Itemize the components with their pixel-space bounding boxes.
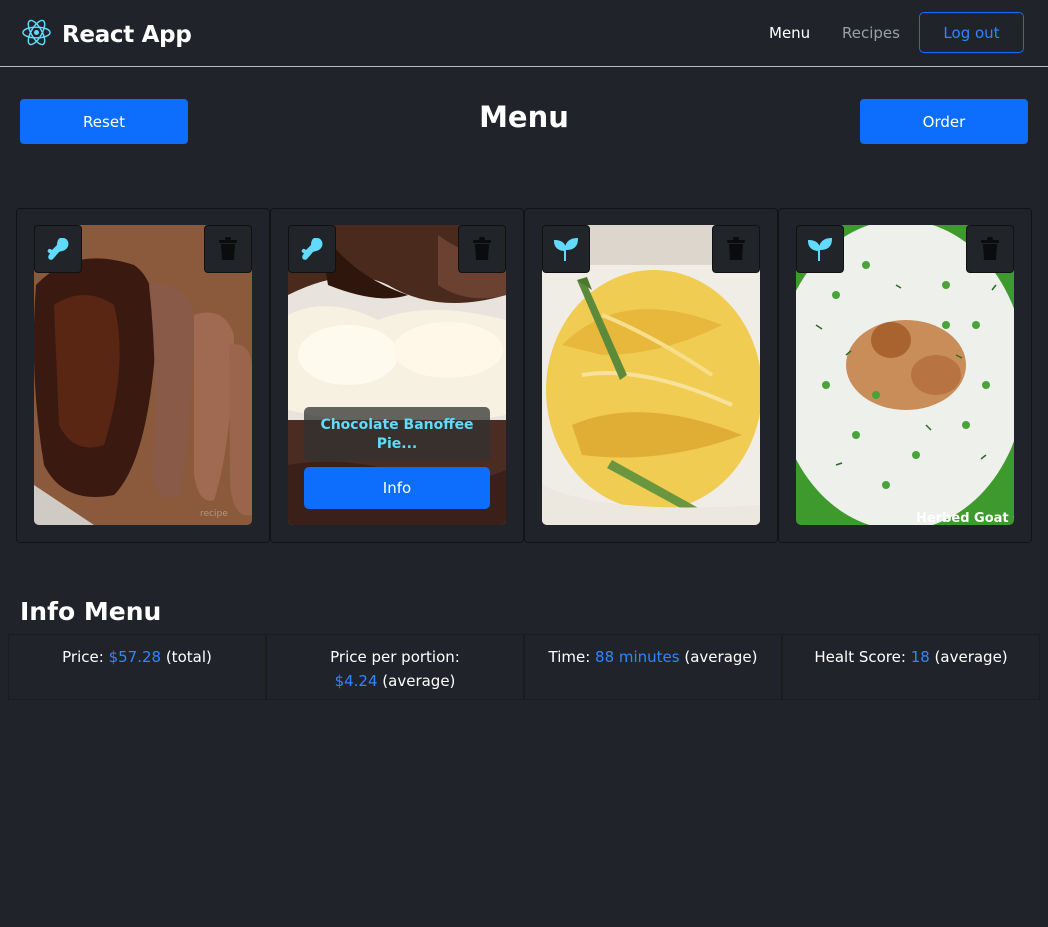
recipe-title: Chocolate Banoffee Pie... xyxy=(304,407,490,461)
brand-name: React App xyxy=(62,21,192,48)
info-price-per-portion: Price per portion: $4.24 (average) xyxy=(266,634,524,700)
health-score-label: Healt Score: xyxy=(814,648,911,666)
nav-link-menu[interactable]: Menu xyxy=(769,24,810,42)
price-per-portion-suffix: (average) xyxy=(377,672,456,690)
recipe-card[interactable]: recipe xyxy=(16,208,270,543)
order-button[interactable]: Order xyxy=(860,99,1028,144)
image-watermark: recipe xyxy=(200,509,228,519)
trash-icon[interactable] xyxy=(204,225,252,273)
price-value: $57.28 xyxy=(108,648,162,666)
price-suffix: (total) xyxy=(161,648,212,666)
health-score-suffix: (average) xyxy=(929,648,1008,666)
brand[interactable]: React App xyxy=(21,17,192,52)
info-health-score: Healt Score: 18 (average) xyxy=(782,634,1040,700)
info-price: Price: $57.28 (total) xyxy=(8,634,266,700)
trash-icon[interactable] xyxy=(712,225,760,273)
recipe-card[interactable]: Herbed Goat C xyxy=(778,208,1032,543)
nav-link-recipes[interactable]: Recipes xyxy=(842,24,900,42)
drumstick-icon xyxy=(288,225,336,273)
recipe-card[interactable]: Chocolate Banoffee Pie... Info xyxy=(270,208,524,543)
drumstick-icon xyxy=(34,225,82,273)
sprout-icon xyxy=(542,225,590,273)
logout-button[interactable]: Log out xyxy=(919,12,1024,53)
trash-icon[interactable] xyxy=(458,225,506,273)
time-value: 88 minutes xyxy=(595,648,680,666)
recipe-card[interactable] xyxy=(524,208,778,543)
top-navbar: React App Menu Recipes Log out xyxy=(0,0,1048,67)
price-label: Price: xyxy=(62,648,109,666)
trash-icon[interactable] xyxy=(966,225,1014,273)
info-button[interactable]: Info xyxy=(304,467,490,509)
info-menu-title: Info Menu xyxy=(20,597,162,626)
react-logo-icon xyxy=(21,17,52,52)
sprout-icon xyxy=(796,225,844,273)
info-time: Time: 88 minutes (average) xyxy=(524,634,782,700)
image-caption: Herbed Goat C xyxy=(916,511,1014,525)
price-per-portion-value: $4.24 xyxy=(334,672,378,690)
price-per-portion-label: Price per portion: xyxy=(330,648,460,666)
health-score-value: 18 xyxy=(910,648,930,666)
time-suffix: (average) xyxy=(679,648,758,666)
time-label: Time: xyxy=(548,648,596,666)
